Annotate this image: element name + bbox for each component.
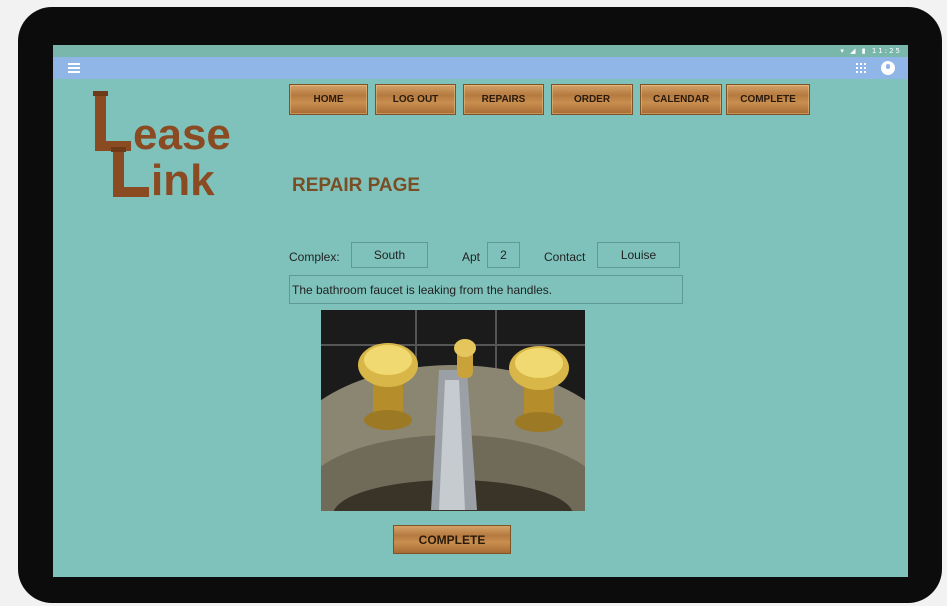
nav-complete-button[interactable]: COMPLETE — [726, 84, 810, 115]
app-screen: ▾ ◢ ▮ 11:25 ease ink HOME LOG OUT REPAIR… — [53, 45, 908, 577]
nav-repairs-button[interactable]: REPAIRS — [463, 84, 544, 115]
account-icon[interactable] — [881, 61, 895, 75]
battery-icon: ▮ — [861, 47, 868, 55]
logo-l2-base — [113, 187, 149, 197]
apt-label: Apt — [462, 250, 481, 264]
status-time: 11:25 — [871, 47, 902, 55]
menu-icon[interactable] — [68, 63, 80, 73]
nav-home-button[interactable]: HOME — [289, 84, 368, 115]
contact-field[interactable]: Louise — [597, 242, 680, 268]
apps-grid-icon[interactable] — [856, 63, 866, 73]
system-status-bar: ▾ ◢ ▮ 11:25 — [53, 45, 908, 57]
nav-logout-button[interactable]: LOG OUT — [375, 84, 456, 115]
repair-photo — [321, 310, 585, 511]
app-bar — [53, 57, 908, 79]
contact-label: Contact — [544, 250, 586, 264]
description-field[interactable]: The bathroom faucet is leaking from the … — [289, 275, 683, 304]
complete-button[interactable]: COMPLETE — [393, 525, 511, 554]
logo-word2: ink — [151, 156, 215, 201]
complex-label: Complex: — [289, 250, 340, 264]
status-icons: ▾ ◢ ▮ 11:25 — [840, 46, 902, 56]
lease-link-logo: ease ink — [93, 91, 231, 201]
nav-order-button[interactable]: ORDER — [551, 84, 633, 115]
wifi-icon: ▾ — [840, 47, 846, 55]
nav-calendar-button[interactable]: CALENDAR — [640, 84, 722, 115]
complex-field[interactable]: South — [351, 242, 428, 268]
page-title: REPAIR PAGE — [292, 175, 421, 196]
logo-word1: ease — [133, 110, 231, 159]
apt-field[interactable]: 2 — [487, 242, 520, 268]
signal-icon: ◢ — [850, 47, 858, 55]
